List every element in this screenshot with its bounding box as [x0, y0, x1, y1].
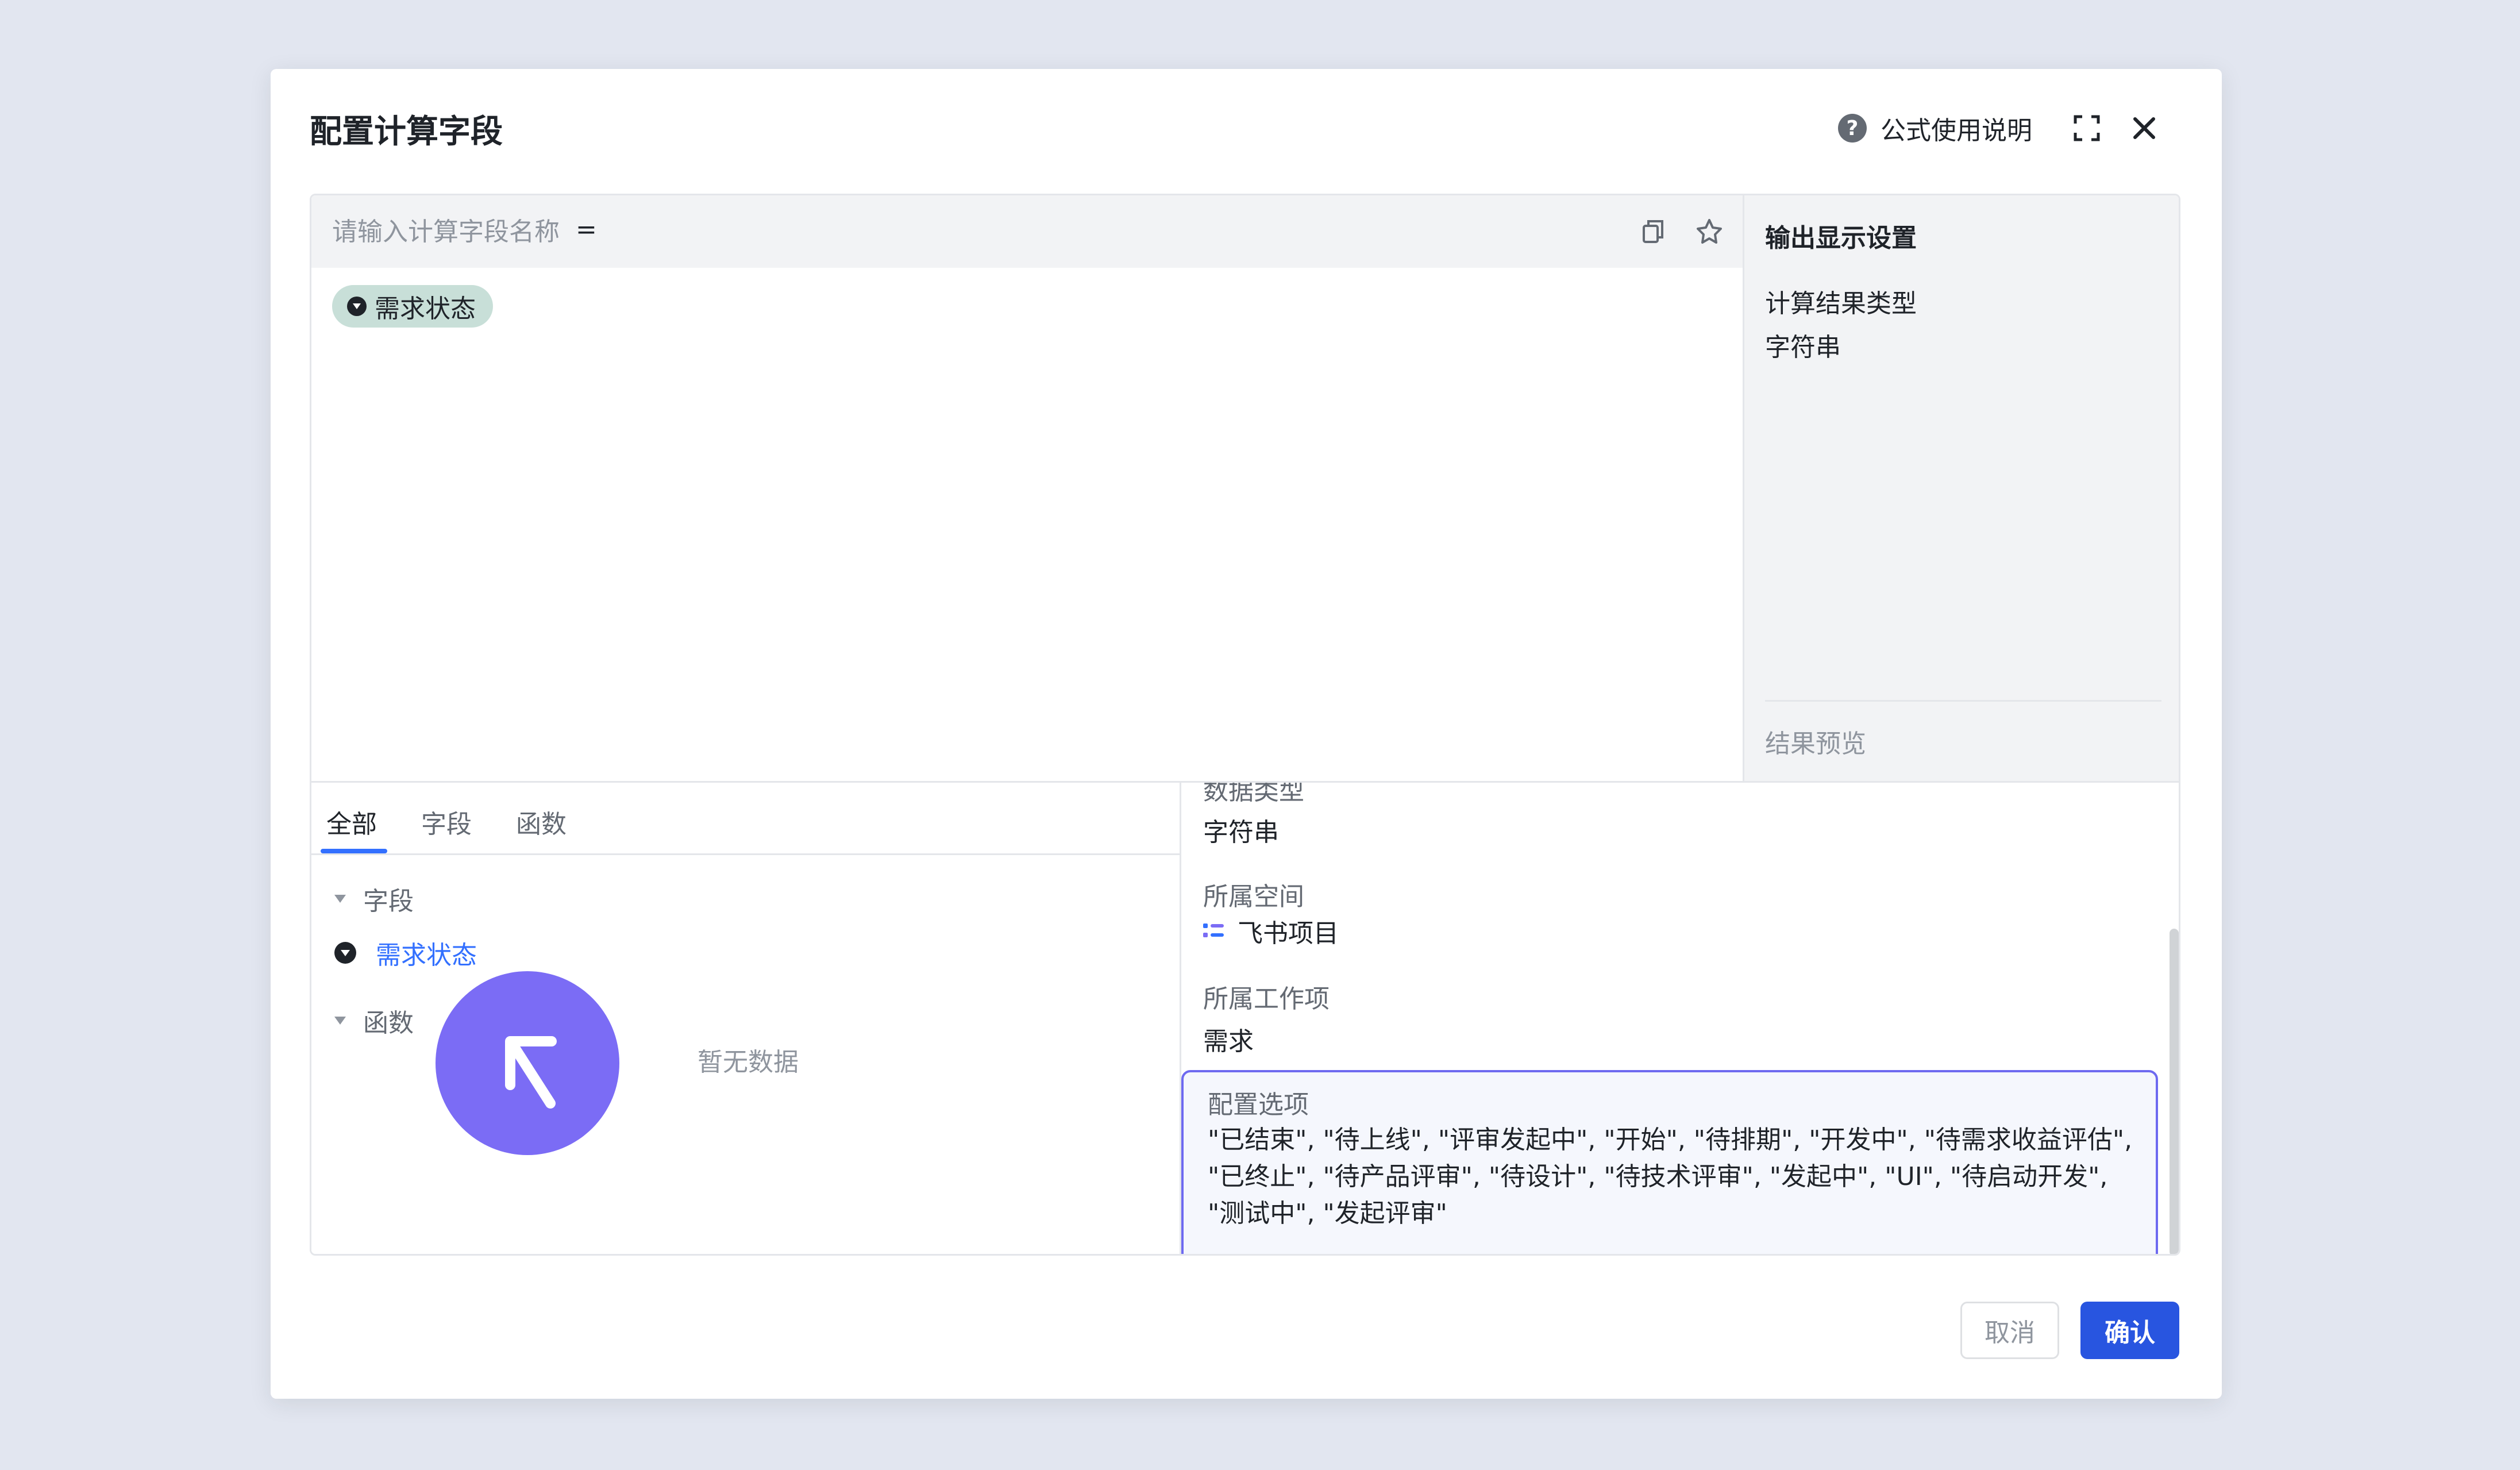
fields-group-header[interactable]: 字段	[334, 880, 414, 917]
result-preview-label: 结果预览	[1765, 729, 1866, 759]
result-type-value[interactable]: 字符串	[1765, 326, 1841, 363]
scrollbar-thumb[interactable]	[2170, 929, 2179, 1254]
empty-state-text: 暂无数据	[698, 1048, 799, 1077]
data-type-value: 字符串	[1203, 818, 1279, 847]
star-outline-icon[interactable]	[1689, 211, 1729, 252]
equals-sign: =	[576, 215, 597, 244]
field-name-input[interactable]	[332, 211, 1079, 252]
confirm-button[interactable]: 确认	[2080, 1302, 2179, 1359]
field-detail-panel: 数据类型 字符串 所属空间 飞书项目 所属工作项 需求 配置选项 "已结束", …	[1180, 781, 2179, 1254]
formula-pane: = 需求状态	[311, 195, 1743, 781]
caret-down-icon	[334, 1017, 346, 1025]
configure-calculated-field-dialog: 配置计算字段 ? 公式使用说明 =	[271, 69, 2222, 1399]
field-function-picker: 全部 字段 函数 字段 需求状态 函数 暂无数据	[311, 781, 1180, 1254]
fields-group-label: 字段	[363, 887, 414, 916]
copy-icon[interactable]	[1633, 211, 1673, 252]
caret-down-icon	[334, 895, 346, 903]
field-item-label: 需求状态	[376, 941, 477, 970]
formula-field-token[interactable]: 需求状态	[332, 285, 493, 328]
dialog-title: 配置计算字段	[310, 113, 503, 151]
active-tab-indicator	[321, 849, 387, 853]
options-label: 配置选项	[1208, 1090, 1309, 1119]
work-item-label: 所属工作项	[1203, 984, 1330, 1014]
field-name-bar: =	[311, 195, 1743, 268]
project-list-icon	[1203, 923, 1224, 937]
select-field-icon	[347, 297, 367, 316]
header-actions: ? 公式使用说明	[1838, 108, 2164, 148]
help-circle-icon: ?	[1838, 114, 1867, 143]
space-label: 所属空间	[1203, 882, 1304, 911]
data-type-label: 数据类型	[1203, 781, 1304, 806]
output-settings-title: 输出显示设置	[1765, 224, 1917, 253]
formula-help-link[interactable]: ? 公式使用说明	[1838, 110, 2032, 147]
functions-group-header[interactable]: 函数	[334, 1002, 414, 1039]
tab-fields[interactable]: 字段	[421, 803, 472, 840]
options-section: 配置选项 "已结束", "待上线", "评审发起中", "开始", "待排期",…	[1181, 1070, 2158, 1254]
expand-icon[interactable]	[2067, 108, 2107, 148]
result-type-label: 计算结果类型	[1765, 289, 1917, 318]
space-value: 飞书项目	[1203, 913, 1339, 949]
formula-help-label: 公式使用说明	[1881, 116, 2032, 145]
tab-functions[interactable]: 函数	[516, 803, 567, 840]
field-item-demand-status[interactable]: 需求状态	[334, 934, 477, 971]
output-display-settings: 输出显示设置 计算结果类型 字符串 结果预览	[1743, 195, 2179, 781]
formula-editor: = 需求状态	[310, 194, 2180, 1256]
close-icon[interactable]	[2124, 108, 2164, 148]
work-item-value: 需求	[1203, 1027, 1254, 1056]
cancel-button[interactable]: 取消	[1960, 1302, 2059, 1359]
options-list: "已结束", "待上线", "评审发起中", "开始", "待排期", "开发中…	[1208, 1125, 2133, 1228]
functions-group-label: 函数	[363, 1009, 414, 1038]
select-field-icon	[334, 942, 356, 964]
tab-all[interactable]: 全部	[326, 803, 377, 840]
divider	[1765, 700, 2161, 702]
picker-tabs: 全部 字段 函数	[311, 783, 1180, 855]
arrow-cursor-icon	[436, 971, 619, 1155]
token-label: 需求状态	[375, 294, 476, 324]
space-name: 飞书项目	[1238, 919, 1339, 948]
